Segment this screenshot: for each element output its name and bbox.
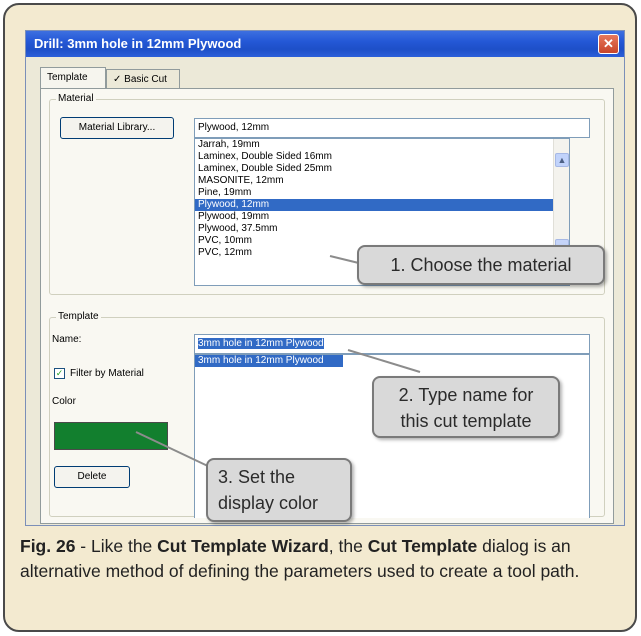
callout-set-color: 3. Set the display color [206,458,352,522]
template-group-label: Template [56,311,101,322]
callout-text-2a: 2. Type name for [398,385,534,405]
caption-text-1: - Like the [75,536,158,556]
tab-basic-cut[interactable]: ✓ Basic Cut [106,69,180,89]
caption-bold-2: Cut Template [367,536,478,556]
callout-text-1: 1. Choose the material [390,255,572,275]
list-item[interactable]: 3mm hole in 12mm Plywood [195,355,343,367]
dialog-title: Drill: 3mm hole in 12mm Plywood [34,36,242,51]
color-swatch[interactable] [54,422,168,450]
scroll-up-icon[interactable]: ▲ [555,153,569,167]
material-list-item[interactable]: Pine, 19mm [195,187,569,199]
callout-text-3a: 3. Set the [218,467,296,487]
color-label: Color [52,396,76,407]
material-list-item[interactable]: Plywood, 12mm [195,199,569,211]
material-list-item[interactable]: Laminex, Double Sided 16mm [195,151,569,163]
callout-text-2b: this cut template [400,411,532,431]
material-list-item[interactable]: Jarrah, 19mm [195,139,569,151]
material-list-item[interactable]: MASONITE, 12mm [195,175,569,187]
close-icon: ✕ [603,36,614,51]
material-list-item[interactable]: Laminex, Double Sided 25mm [195,163,569,175]
callout-choose-material: 1. Choose the material [357,245,605,285]
callout-type-name: 2. Type name for this cut template [372,376,560,438]
tab-template[interactable]: Template [40,67,106,89]
caption-fig-number: Fig. 26 [20,536,76,556]
title-bar: Drill: 3mm hole in 12mm Plywood ✕ [26,31,624,57]
material-library-button[interactable]: Material Library... [60,117,174,139]
template-name-value: 3mm hole in 12mm Plywood [198,338,324,349]
filter-label: Filter by Material [70,368,144,379]
material-list-item[interactable]: Plywood, 19mm [195,211,569,223]
name-label: Name: [52,334,82,345]
material-group-label: Material [56,93,96,104]
material-field[interactable]: Plywood, 12mm [194,118,590,138]
close-button[interactable]: ✕ [598,34,619,54]
filter-checkbox[interactable]: ✓ [54,368,65,379]
figure-caption: Fig. 26 - Like the Cut Template Wizard, … [20,534,620,584]
caption-bold-1: Cut Template Wizard [157,536,329,556]
delete-button[interactable]: Delete [54,466,130,488]
template-name-input[interactable]: 3mm hole in 12mm Plywood [194,334,590,354]
caption-text-2: , the [328,536,368,556]
callout-text-3b: display color [218,493,319,513]
material-list-item[interactable]: Plywood, 37.5mm [195,223,569,235]
